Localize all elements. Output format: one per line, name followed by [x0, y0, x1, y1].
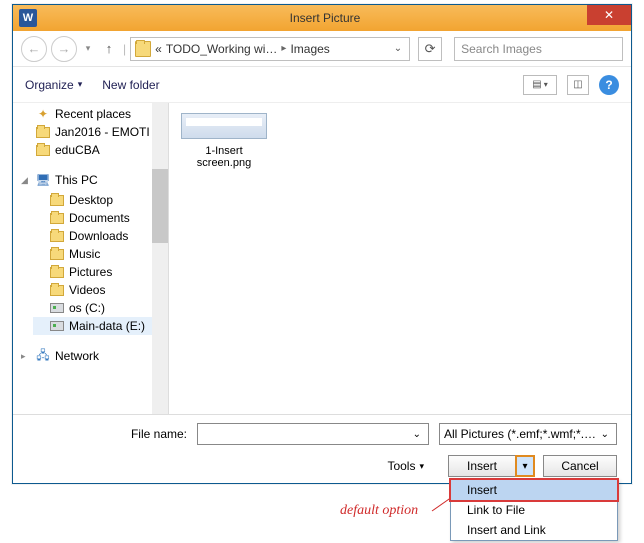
dropdown-item-insert-and-link[interactable]: Insert and Link: [451, 520, 617, 540]
insert-dropdown-menu: Insert Link to File Insert and Link: [450, 479, 618, 541]
dropdown-item-insert[interactable]: Insert: [451, 480, 617, 500]
annotation-line: [0, 0, 644, 543]
dropdown-item-link-to-file[interactable]: Link to File: [451, 500, 617, 520]
